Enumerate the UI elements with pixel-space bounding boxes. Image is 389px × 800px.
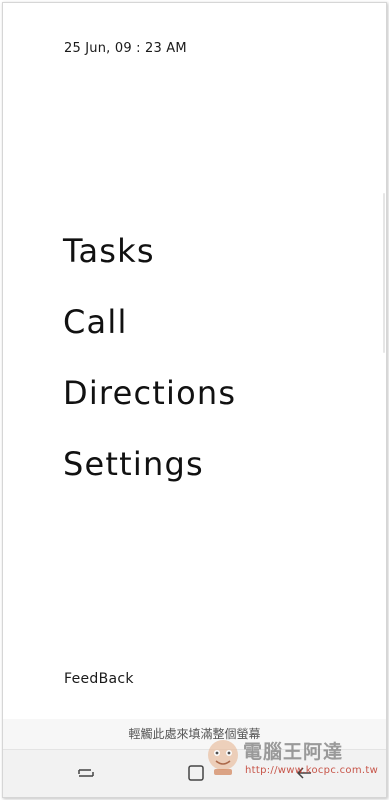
back-button[interactable] (289, 760, 319, 786)
home-icon (188, 765, 204, 781)
system-navigation-bar (3, 749, 386, 797)
phone-screen: 25 Jun, 09 : 23 AM Tasks Call Directions… (2, 2, 387, 798)
menu-item-call[interactable]: Call (63, 304, 236, 340)
back-arrow-icon (296, 767, 311, 779)
feedback-link[interactable]: FeedBack (64, 671, 134, 687)
menu-item-settings[interactable]: Settings (63, 446, 236, 482)
datetime-label: 25 Jun, 09 : 23 AM (64, 41, 187, 56)
scroll-indicator[interactable] (383, 193, 385, 353)
fullscreen-hint-bar[interactable]: 輕觸此處來填滿整個螢幕 (3, 719, 386, 749)
menu-item-tasks[interactable]: Tasks (63, 233, 236, 269)
main-menu: Tasks Call Directions Settings (63, 233, 236, 517)
fullscreen-hint-text: 輕觸此處來填滿整個螢幕 (128, 727, 261, 741)
menu-item-directions[interactable]: Directions (63, 375, 236, 411)
recents-icon (78, 769, 94, 777)
recents-button[interactable] (71, 760, 101, 786)
home-button[interactable] (181, 760, 211, 786)
